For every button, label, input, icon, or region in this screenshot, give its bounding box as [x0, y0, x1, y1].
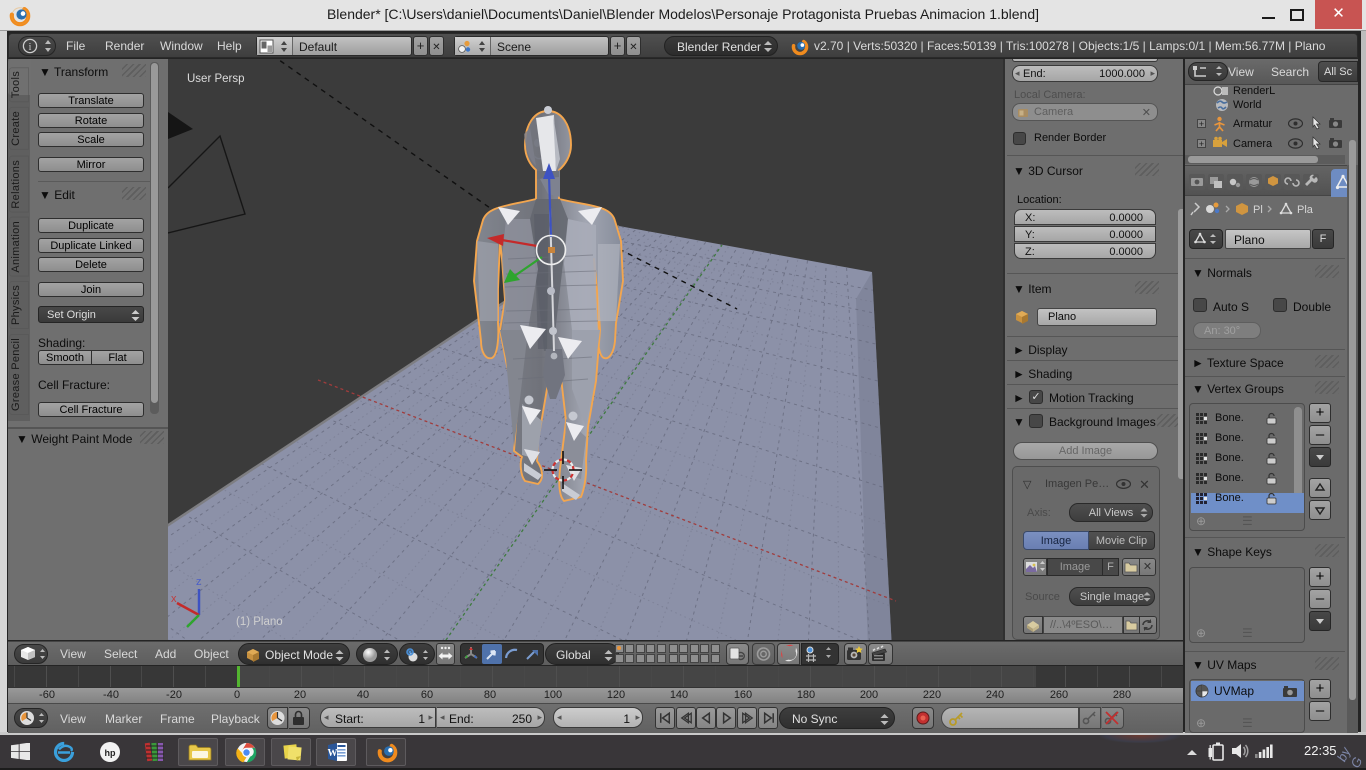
svg-text:x: x	[171, 593, 177, 605]
svg-text:W: W	[328, 748, 338, 759]
svg-text:z: z	[196, 576, 202, 588]
svg-text:(1) Plano: (1) Plano	[236, 616, 283, 628]
svg-text:hp: hp	[105, 748, 116, 758]
svg-text:Pl: Pl	[1253, 204, 1263, 216]
svg-text:User Persp: User Persp	[187, 73, 245, 85]
svg-text:Pla: Pla	[1297, 204, 1314, 216]
svg-text:i: i	[29, 42, 32, 53]
